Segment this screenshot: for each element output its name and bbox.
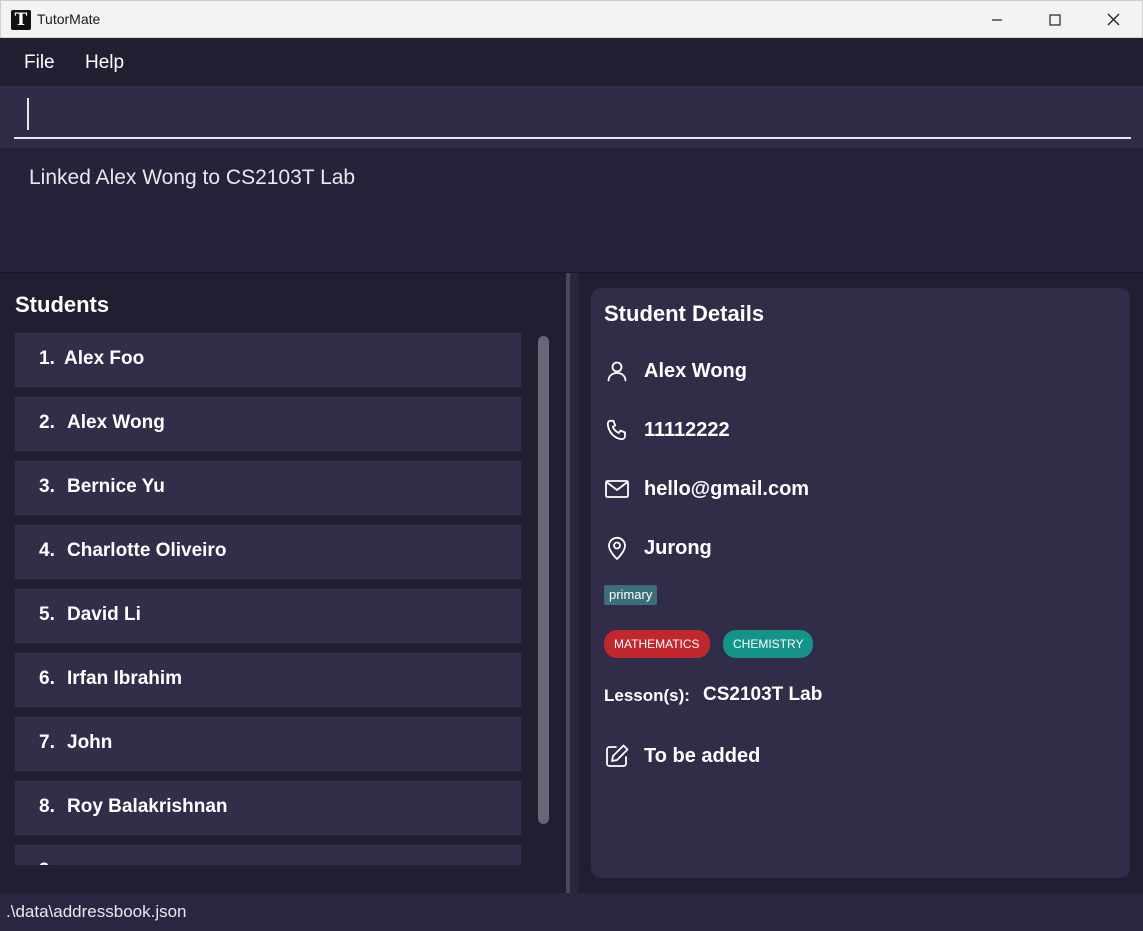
mail-icon	[604, 476, 630, 502]
details-title: Student Details	[604, 301, 765, 326]
student-card-9[interactable]: 9.	[15, 845, 521, 865]
student-email-value: hello@gmail.com	[644, 477, 810, 500]
student-index: 4.	[39, 540, 55, 561]
result-message: Linked Alex Wong to CS2103T Lab	[29, 166, 356, 189]
student-index: 8.	[39, 796, 55, 817]
student-details-card: Student Details Alex Wong 11112222 hello…	[591, 288, 1130, 878]
app-logo-icon: T	[11, 10, 31, 30]
student-index: 7.	[39, 732, 55, 753]
minimize-button[interactable]	[968, 1, 1026, 38]
student-card-1[interactable]: 1. Alex Foo	[15, 333, 521, 387]
student-list-title: Students	[15, 292, 110, 317]
student-index: 3.	[39, 476, 55, 497]
split-divider-line	[566, 273, 570, 893]
student-index: 2.	[39, 412, 55, 433]
phone-icon	[604, 417, 630, 443]
result-display: Linked Alex Wong to CS2103T Lab	[0, 148, 1143, 273]
details-address-row: Jurong	[604, 535, 712, 561]
student-list-scrollbar[interactable]	[538, 336, 549, 824]
edit-icon	[604, 743, 630, 769]
maximize-icon	[1049, 13, 1061, 26]
student-name: John	[67, 732, 113, 753]
details-email-row: hello@gmail.com	[604, 476, 809, 502]
text-caret	[27, 98, 29, 130]
student-index: 5.	[39, 604, 55, 625]
lessons-value: CS2103T Lab	[703, 684, 823, 705]
command-input[interactable]	[14, 86, 1131, 139]
person-icon	[604, 358, 630, 384]
student-card-8[interactable]: 8. Roy Balakrishnan	[15, 781, 521, 835]
details-remark-row: To be added	[604, 743, 760, 769]
menu-file[interactable]: File	[24, 52, 55, 74]
student-name: Alex Wong	[67, 412, 165, 433]
lessons-label: Lesson(s):	[604, 686, 690, 705]
location-icon	[604, 535, 630, 561]
level-tag: primary	[604, 585, 658, 605]
details-name-row: Alex Wong	[604, 358, 747, 384]
student-card-4[interactable]: 4. Charlotte Oliveiro	[15, 525, 521, 579]
student-name: Alex Foo	[64, 348, 145, 369]
details-phone-row: 11112222	[604, 417, 730, 443]
student-card-3[interactable]: 3. Bernice Yu	[15, 461, 521, 515]
student-card-2[interactable]: 2. Alex Wong	[15, 397, 521, 451]
student-phone-value: 11112222	[644, 418, 730, 441]
student-card-5[interactable]: 5. David Li	[15, 589, 521, 643]
close-button[interactable]	[1084, 1, 1142, 38]
student-name: Roy Balakrishnan	[67, 796, 228, 817]
student-list-panel: Students 1. Alex Foo 2. Alex Wong 3. Ber…	[0, 273, 566, 893]
data-file-path: .\data\addressbook.json	[6, 902, 187, 921]
student-name: Irfan Ibrahim	[67, 668, 183, 689]
command-box	[0, 86, 1143, 148]
student-card-6[interactable]: 6. Irfan Ibrahim	[15, 653, 521, 707]
subject-tag-chemistry: CHEMISTRY	[723, 630, 814, 658]
window-title-bar: T TutorMate	[0, 0, 1143, 38]
student-name: Bernice Yu	[67, 476, 165, 497]
subject-tag-mathematics: MATHEMATICS	[604, 630, 710, 658]
student-remark-value: To be added	[644, 744, 761, 767]
student-address-value: Jurong	[644, 536, 712, 559]
student-index: 9.	[39, 860, 55, 865]
student-name: David Li	[67, 604, 141, 625]
student-index: 1.	[39, 348, 55, 369]
student-name-value: Alex Wong	[644, 359, 747, 382]
window-title: TutorMate	[37, 11, 101, 27]
minimize-icon	[992, 18, 1002, 21]
menu-help[interactable]: Help	[85, 52, 124, 74]
student-list: 1. Alex Foo 2. Alex Wong 3. Bernice Yu 4…	[15, 333, 525, 865]
menu-bar: File Help	[0, 38, 1143, 86]
student-card-7[interactable]: 7. John	[15, 717, 521, 771]
maximize-button[interactable]	[1026, 1, 1084, 38]
close-icon	[1107, 13, 1119, 26]
status-bar: .\data\addressbook.json	[0, 893, 1143, 931]
student-name: Charlotte Oliveiro	[67, 540, 227, 561]
student-index: 6.	[39, 668, 55, 689]
